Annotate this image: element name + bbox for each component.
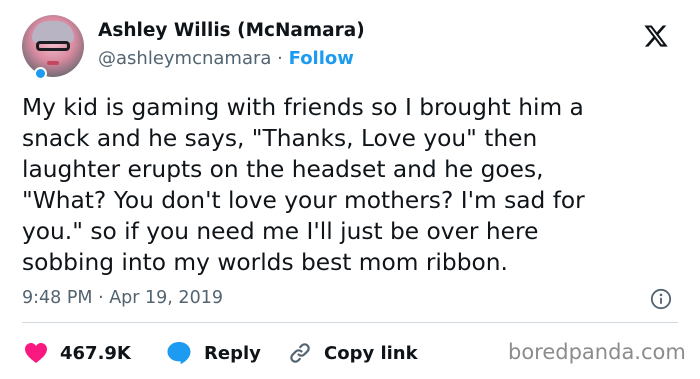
author-handle[interactable]: @ashleymcnamara: [98, 48, 271, 69]
info-icon[interactable]: [650, 288, 672, 310]
avatar-lips: [47, 61, 59, 65]
tweet-line: My kid is gaming with friends so I broug…: [22, 94, 584, 121]
link-icon: [290, 343, 310, 363]
tweet-line: sobbing into my worlds best mom ribbon.: [22, 249, 508, 276]
tweet-line: "What? You don't love your mothers? I'm …: [22, 187, 585, 214]
avatar-glasses: [36, 41, 70, 51]
tweet-line: snack and he says, "Thanks, Love you" th…: [22, 125, 538, 152]
author-name[interactable]: Ashley Willis (McNamara): [98, 20, 365, 41]
divider: [22, 322, 678, 323]
like-count: 467.9K: [60, 342, 131, 364]
like-button[interactable]: 467.9K: [24, 340, 131, 366]
avatar-hair: [32, 21, 74, 43]
tweet-timestamp[interactable]: 9:48 PM · Apr 19, 2019: [22, 288, 223, 308]
tweet-line: laughter erupts on the headset and he go…: [22, 156, 544, 183]
copy-link-button[interactable]: Copy link: [288, 340, 418, 366]
tweet-line: you." so if you need me I'll just be ove…: [22, 218, 539, 245]
x-logo-icon[interactable]: [643, 23, 669, 49]
avatar-badge-icon: [34, 67, 47, 80]
handle-separator: ·: [277, 48, 283, 69]
avatar[interactable]: [22, 15, 84, 77]
reply-label: Reply: [204, 342, 261, 364]
follow-button[interactable]: Follow: [289, 48, 354, 69]
reply-bubble-icon: [167, 342, 191, 365]
watermark: boredpanda.com: [508, 340, 686, 364]
tweet-text: My kid is gaming with friends so I broug…: [22, 92, 672, 278]
copy-link-label: Copy link: [324, 342, 418, 364]
heart-icon: [25, 343, 47, 363]
reply-button[interactable]: Reply: [166, 340, 261, 366]
author-handle-row: @ashleymcnamara · Follow: [98, 48, 354, 69]
